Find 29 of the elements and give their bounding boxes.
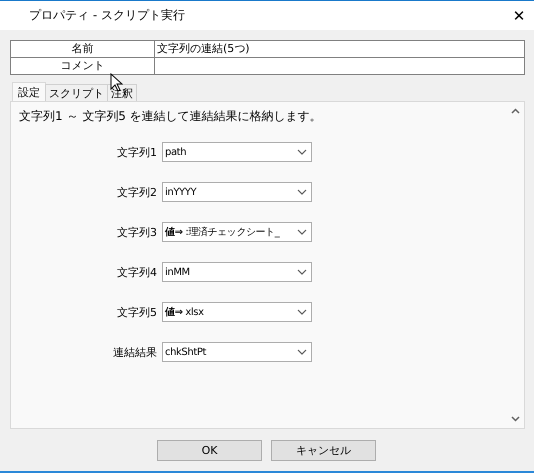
combo-box[interactable]: 値⇒ :理済チェックシート_ — [162, 222, 312, 242]
tab[interactable]: スクリプト — [45, 84, 108, 101]
field-label: 連結結果 — [112, 344, 158, 360]
field-label: 文字列1 — [116, 144, 158, 160]
property-value[interactable]: 文字列の連結(5つ) — [155, 41, 524, 57]
chevron-down-icon — [297, 229, 307, 235]
combo-box[interactable]: inMM — [162, 262, 312, 282]
chevron-down-icon — [297, 349, 307, 355]
close-button[interactable]: ✕ — [504, 6, 534, 24]
field-label: 文字列2 — [116, 184, 158, 200]
combo-box[interactable]: 値⇒ xlsx — [162, 302, 312, 322]
combo-box[interactable]: inYYYY — [162, 182, 312, 202]
chevron-down-icon — [297, 309, 307, 315]
field-label: 文字列5 — [116, 304, 158, 320]
dialog-button[interactable]: キャンセル — [271, 440, 376, 461]
field-label: 文字列3 — [116, 224, 158, 240]
combo-box[interactable]: chkShtPt — [162, 342, 312, 362]
dialog-button[interactable]: OK — [157, 440, 262, 461]
tab[interactable]: 設定 — [12, 82, 46, 101]
chevron-down-icon — [297, 269, 307, 275]
combo-box[interactable]: path — [162, 142, 312, 162]
scroll-up-icon[interactable] — [511, 108, 520, 114]
chevron-down-icon — [297, 189, 307, 195]
scroll-down-icon[interactable] — [511, 416, 520, 422]
chevron-down-icon — [297, 149, 307, 155]
property-name: 名前 — [11, 41, 155, 57]
field-label: 文字列4 — [116, 264, 158, 280]
description: 文字列1 ～ 文字列5 を連結して連結結果に格納します。 — [19, 108, 323, 125]
window-title: プロパティ - スクリプト実行 — [28, 7, 185, 24]
